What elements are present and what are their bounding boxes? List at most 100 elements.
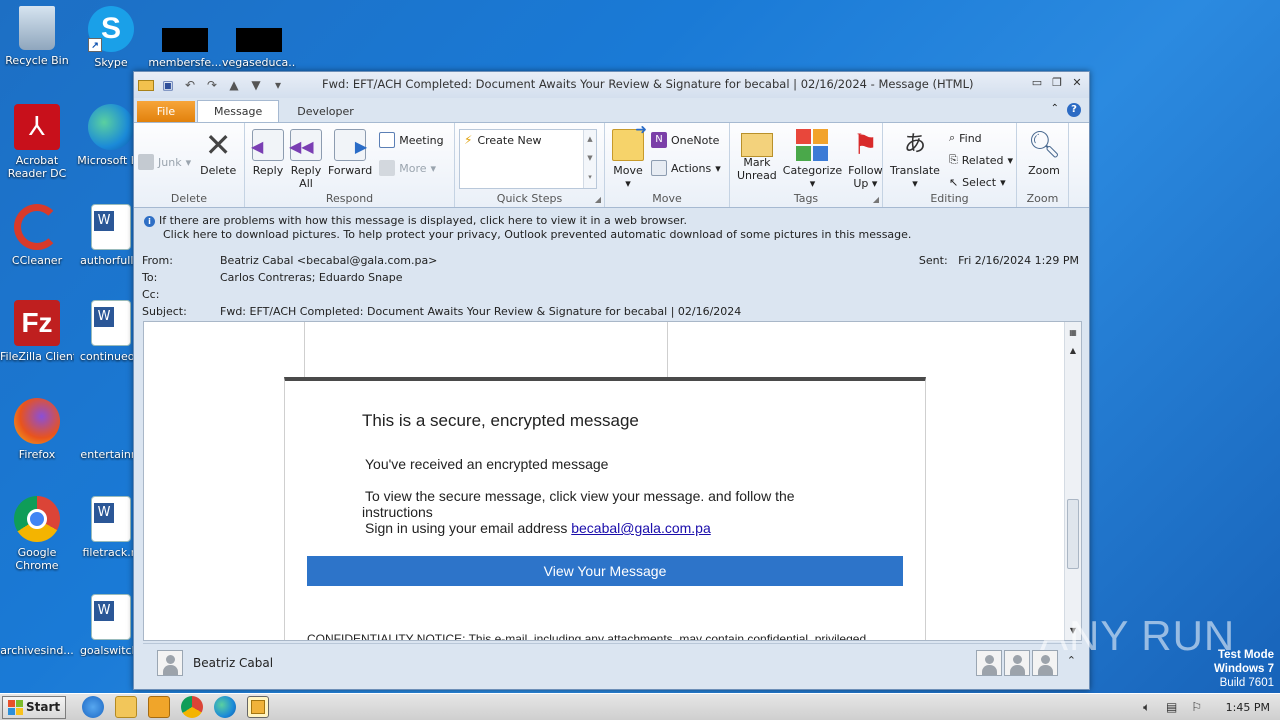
close-icon[interactable]: ✕ [1069,76,1085,90]
quick-steps-gallery[interactable]: ⚡ Create New ▲ ▼ ▾ [459,129,597,189]
speaker-icon[interactable]: 🔈︎ [1139,700,1155,716]
desktop-icon-recycle-bin[interactable]: Recycle Bin [0,6,74,67]
file-explorer-icon[interactable] [115,696,138,718]
redo-icon[interactable]: ↷ [204,77,220,93]
file-icon [236,28,282,52]
info-icon: i [144,216,155,227]
clock[interactable]: 1:45 PM [1226,701,1270,714]
taskbar: Start 🔈︎ ▤ ⚐ 1:45 PM [0,693,1280,720]
internet-explorer-icon[interactable] [82,696,105,718]
categorize-button[interactable]: Categorize ▾ [780,127,845,192]
lightning-icon: ⚡ [464,133,473,147]
email-heading: This is a secure, encrypted message [362,411,639,430]
word-document-icon: W [91,594,131,640]
desktop-icon-membersfe[interactable]: membersfe... [148,28,222,69]
email-link[interactable]: becabal@gala.com.pa [571,520,711,536]
reply-all-button[interactable]: ◀◀ Reply All [287,127,325,192]
select-button[interactable]: ↖ Select ▾ [949,171,1013,193]
help-icon[interactable]: ? [1067,103,1081,117]
firefox-icon [14,398,60,444]
people-pane-name[interactable]: Beatriz Cabal [193,656,273,670]
minimize-icon[interactable]: ▭ [1029,76,1045,90]
move-button[interactable]: ➜ Move ▾ [609,123,647,192]
dialog-launcher-icon[interactable]: ◢ [595,195,601,204]
avatar[interactable] [976,650,1002,676]
delete-button[interactable]: ✕ Delete [197,127,239,179]
shortcut-arrow-icon: ↗ [88,38,102,52]
envelope-icon [740,133,773,157]
system-tray: 🔈︎ ▤ ⚐ 1:45 PM [1139,696,1280,719]
media-player-icon[interactable] [148,696,171,718]
people-pane: Beatriz Cabal ⌃ [143,643,1082,681]
edge-icon[interactable] [214,696,237,718]
desktop-icon-filezilla[interactable]: Fz FileZilla Client [0,300,74,363]
forward-button[interactable]: ▶ Forward [325,127,375,179]
dialog-launcher-icon[interactable]: ◢ [873,195,879,204]
email-paragraph-2a: To view the secure message, click view y… [365,488,795,504]
network-icon[interactable]: ▤ [1164,700,1180,716]
avatar[interactable] [1004,650,1030,676]
info-bar[interactable]: i If there are problems with how this mes… [134,209,1089,249]
desktop-icon-skype[interactable]: S ↗ Skype [74,6,148,69]
save-icon[interactable]: ▣ [160,77,176,93]
to-value[interactable]: Carlos Contreras; Eduardo Snape [220,271,403,284]
desktop-icon-ccleaner[interactable]: CCleaner [0,204,74,267]
message-headers: From: Beatriz Cabal <becabal@gala.com.pa>… [142,254,1079,318]
quick-steps-scroll[interactable]: ▲ ▼ ▾ [583,130,596,188]
desktop-icon-chrome[interactable]: Google Chrome [0,496,74,572]
scroll-pictures-icon[interactable]: ▦ [1065,326,1081,340]
outlook-message-window: ▣ ↶ ↷ ▲ ▼ ▾ Fwd: EFT/ACH Completed: Docu… [133,71,1090,690]
tab-message[interactable]: Message [197,100,280,122]
reply-all-icon: ◀◀ [289,129,322,161]
filezilla-icon: Fz [14,300,60,346]
restore-icon[interactable]: ❐ [1049,76,1065,90]
from-value[interactable]: Beatriz Cabal <becabal@gala.com.pa> [220,254,437,267]
skype-icon: S ↗ [88,6,134,52]
actions-button[interactable]: Actions ▾ [651,157,721,179]
previous-item-icon[interactable]: ▲ [226,77,242,93]
scroll-up-icon[interactable]: ▲ [1065,344,1081,358]
outlook-taskbar-icon[interactable] [247,696,270,718]
meeting-button[interactable]: Meeting [379,129,444,151]
zoom-button[interactable]: 🔍︎ Zoom [1025,127,1063,179]
info-line-pictures[interactable]: Click here to download pictures. To help… [144,228,1079,242]
calendar-icon [379,132,396,148]
categorize-icon [796,129,829,161]
group-zoom: 🔍︎ Zoom Zoom [1017,123,1069,207]
tab-developer[interactable]: Developer [281,101,370,122]
message-body[interactable]: This is a secure, encrypted message You'… [143,321,1082,641]
onenote-button[interactable]: N OneNote [651,129,721,151]
info-line-browser[interactable]: If there are problems with how this mess… [159,214,687,227]
ccleaner-icon [14,204,60,250]
desktop-icon-firefox[interactable]: Firefox [0,398,74,461]
sent-date: Sent: Fri 2/16/2024 1:29 PM [918,254,1079,267]
translate-button[interactable]: あ Translate ▾ [887,127,943,192]
desktop-icon-archivesind[interactable]: archivesind... [0,594,74,657]
windows-logo-icon [8,699,23,715]
cursor-icon: ↖ [948,175,959,189]
junk-button[interactable]: Junk ▾ [138,151,191,173]
start-button[interactable]: Start [2,695,67,719]
desktop-icon-acrobat[interactable]: ⅄ Acrobat Reader DC [0,104,74,180]
find-button[interactable]: ⌕ Find [949,127,1013,149]
avatar[interactable] [157,649,183,676]
scroll-thumb[interactable] [1067,499,1079,569]
next-item-icon[interactable]: ▼ [248,77,264,93]
reply-button[interactable]: ◀ Reply [249,127,287,179]
view-your-message-button[interactable]: View Your Message [307,556,903,586]
vertical-scrollbar[interactable]: ▦ ▲ ▼ [1064,322,1081,640]
more-respond-button[interactable]: More ▾ [379,157,443,179]
email-header-cell [304,322,668,378]
quick-step-create-new[interactable]: ⚡ Create New [460,130,596,150]
action-center-flag-icon[interactable]: ⚐ [1189,700,1205,716]
mark-unread-button[interactable]: Mark Unread [734,127,780,184]
desktop-icon-vegaseduca[interactable]: vegaseduca... [222,28,296,69]
group-respond: ◀ Reply ◀◀ Reply All ▶ Forward Meeting M… [245,123,455,207]
undo-icon[interactable]: ↶ [182,77,198,93]
follow-up-button[interactable]: ⚑ Follow Up ▾ [845,127,886,192]
chrome-icon[interactable] [181,696,204,718]
tab-file[interactable]: File [137,101,195,122]
customize-qat-icon[interactable]: ▾ [270,77,286,93]
minimize-ribbon-icon[interactable]: ⌃ [1051,103,1059,117]
related-button[interactable]: ⎘ Related ▾ [949,149,1013,171]
